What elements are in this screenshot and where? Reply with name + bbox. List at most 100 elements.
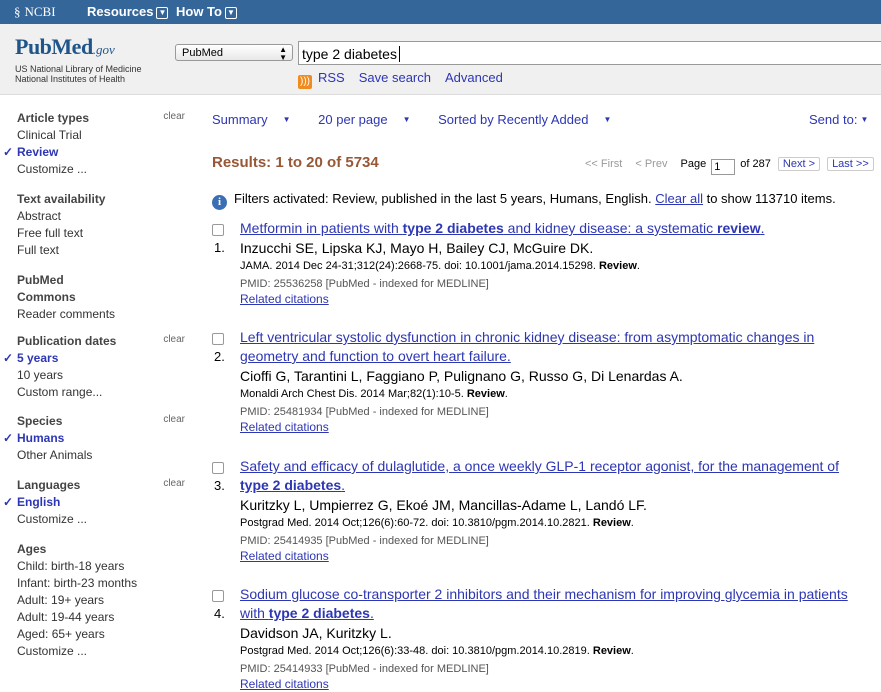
filter-item[interactable]: Adult: 19+ years	[17, 592, 187, 609]
send-to-dropdown[interactable]: Send to: ▼	[809, 112, 868, 127]
result-checkbox[interactable]	[212, 462, 224, 474]
related-citations-link[interactable]: Related citations	[240, 677, 870, 692]
filter-item[interactable]: Review	[3, 144, 187, 161]
database-select[interactable]: PubMed ▲ ▼	[175, 44, 293, 62]
filter-item[interactable]: English	[3, 494, 187, 511]
filter-group-title: PubMed Commons	[17, 273, 76, 304]
result-title-part: and kidney disease: a systematic	[503, 220, 718, 236]
advanced-search-link[interactable]: Advanced	[445, 70, 503, 85]
filter-item[interactable]: Reader comments	[17, 306, 187, 323]
result-checkbox[interactable]	[212, 333, 224, 345]
format-label: Summary	[212, 112, 268, 127]
filter-group-title: Ages	[17, 542, 47, 556]
result-title-link[interactable]: Sodium glucose co-transporter 2 inhibito…	[240, 585, 870, 623]
rss-link[interactable]: RSS	[318, 70, 345, 85]
filters-text: Filters activated: Review, published in …	[234, 191, 652, 206]
per-page-dropdown[interactable]: 20 per page ▼	[318, 112, 422, 127]
result-number: 1.	[214, 240, 225, 255]
result-authors: Inzucchi SE, Lipska KJ, Mayo H, Bailey C…	[240, 240, 594, 256]
result-pmid: PMID: 25536258 [PubMed - indexed for MED…	[240, 278, 489, 290]
result-title-link[interactable]: Left ventricular systolic dysfunction in…	[240, 328, 870, 366]
logo-gov: .gov	[92, 42, 115, 57]
result-body: Left ventricular systolic dysfunction in…	[240, 328, 870, 435]
results-toolbar: Summary ▼ 20 per page ▼ Sorted by Recently…	[212, 112, 635, 127]
how-to-menu[interactable]: How To ▼	[176, 4, 237, 19]
filter-group: Species clear HumansOther Animals	[3, 413, 187, 464]
results-summary: Results: 1 to 20 of 5734	[212, 154, 379, 171]
filter-group: Text availability Abstract Free full text F…	[17, 191, 187, 259]
filter-item[interactable]: Child: birth-18 years	[17, 558, 187, 575]
pubmed-logo[interactable]: PubMed.gov US National Library of Medici…	[15, 34, 142, 84]
rss-icon[interactable]: )))	[298, 75, 312, 89]
result-checkbox[interactable]	[212, 590, 224, 602]
filter-clear-link[interactable]: clear	[163, 334, 185, 345]
filter-item[interactable]: 10 years	[17, 367, 187, 384]
result-authors: Davidson JA, Kuritzky L.	[240, 625, 392, 641]
clear-all-link[interactable]: Clear all	[655, 191, 703, 206]
filter-item[interactable]: Customize ...	[17, 161, 187, 178]
search-links: ))) RSS Save search Advanced	[298, 70, 517, 89]
result-title-part: .	[369, 605, 374, 621]
ncbi-logo[interactable]: § NCBI	[14, 4, 56, 20]
format-dropdown[interactable]: Summary ▼	[212, 112, 303, 127]
page-number-input[interactable]: 1	[711, 159, 736, 175]
ncbi-swoosh-icon: §	[14, 4, 21, 19]
filter-item[interactable]: Free full text	[17, 225, 187, 242]
filter-group: Languages clear EnglishCustomize ...	[3, 477, 187, 528]
filter-item[interactable]: Other Animals	[17, 447, 187, 464]
filter-item[interactable]: 5 years	[3, 350, 187, 367]
filter-item[interactable]: Infant: birth-23 months	[17, 575, 187, 592]
related-citations-link[interactable]: Related citations	[240, 549, 870, 564]
filter-item[interactable]: Adult: 19-44 years	[17, 609, 187, 626]
filter-group-title: Languages	[17, 478, 81, 492]
resources-menu[interactable]: Resources ▼	[87, 4, 169, 19]
nlm-line-1: US National Library of Medicine	[15, 64, 142, 74]
text-cursor	[398, 46, 404, 62]
related-citations-link[interactable]: Related citations	[240, 420, 870, 435]
citation-text: Monaldi Arch Chest Dis. 2014 Mar;82(1):1…	[240, 388, 464, 400]
chevron-down-icon: ▼	[156, 7, 169, 19]
result-title-part: type 2 diabetes	[268, 605, 370, 621]
filter-item[interactable]: Humans	[3, 430, 187, 447]
info-icon: i	[212, 195, 227, 210]
review-tag: Review	[598, 260, 637, 272]
filter-item[interactable]: Customize ...	[17, 643, 187, 660]
filter-item[interactable]: Aged: 65+ years	[17, 626, 187, 643]
how-to-menu-label: How To	[176, 4, 222, 19]
select-arrows-icon: ▲ ▼	[279, 45, 287, 62]
sort-label: Sorted by Recently Added	[438, 112, 589, 127]
filter-item[interactable]: Full text	[17, 242, 187, 259]
result-title-part: Left ventricular systolic dysfunction in…	[240, 329, 815, 364]
result-title-part: type 2 diabetes	[402, 220, 504, 236]
page-total: of 287	[740, 158, 771, 170]
first-page-link: << First	[585, 158, 623, 170]
logo-med: Med	[51, 34, 93, 59]
filter-item[interactable]: Custom range...	[17, 384, 187, 401]
related-citations-link[interactable]: Related citations	[240, 292, 870, 307]
filter-clear-link[interactable]: clear	[163, 478, 185, 489]
result-checkbox[interactable]	[212, 224, 224, 236]
filters-suffix: to show 113710 items.	[706, 191, 836, 206]
last-page-button[interactable]: Last >>	[827, 157, 874, 171]
result-number: 2.	[214, 349, 225, 364]
sort-dropdown[interactable]: Sorted by Recently Added ▼	[438, 112, 623, 127]
search-input[interactable]: type 2 diabetes	[298, 41, 881, 65]
filter-item[interactable]: Clinical Trial	[17, 127, 187, 144]
result-pmid: PMID: 25414935 [PubMed - indexed for MED…	[240, 535, 489, 547]
save-search-link[interactable]: Save search	[359, 70, 431, 85]
filter-clear-link[interactable]: clear	[163, 414, 185, 425]
filter-group-title: Article types	[17, 111, 90, 125]
result-citation: JAMA. 2014 Dec 24-31;312(24):2668-75. do…	[240, 260, 640, 272]
filter-item[interactable]: Customize ...	[17, 511, 187, 528]
filter-clear-link[interactable]: clear	[163, 111, 185, 122]
triangle-down-icon: ▼	[603, 115, 612, 124]
nlm-caption: US National Library of Medicine National…	[15, 64, 142, 84]
page-label: Page	[680, 158, 707, 170]
next-page-button[interactable]: Next >	[777, 157, 820, 171]
result-title-link[interactable]: Metformin in patients with type 2 diabet…	[240, 219, 870, 238]
citation-text: Postgrad Med. 2014 Oct;126(6):60-72. doi…	[240, 517, 590, 529]
result-title-part: Safety and efficacy of dulaglutide, a on…	[240, 458, 839, 474]
result-number: 4.	[214, 606, 225, 621]
filter-item[interactable]: Abstract	[17, 208, 187, 225]
result-title-link[interactable]: Safety and efficacy of dulaglutide, a on…	[240, 457, 870, 495]
